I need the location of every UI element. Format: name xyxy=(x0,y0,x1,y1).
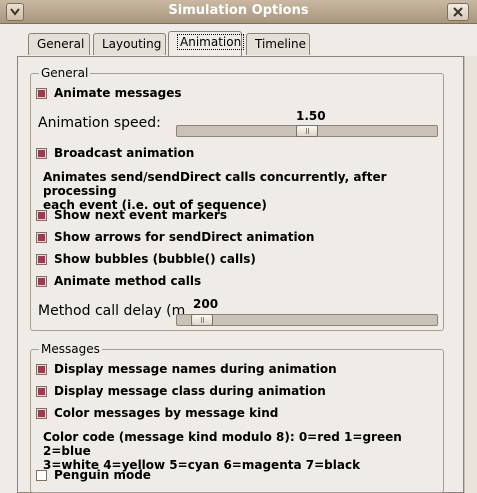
show-next-event-markers-checkbox[interactable]: Show next event markers xyxy=(36,206,227,224)
tab-general[interactable]: General xyxy=(28,33,90,55)
checkbox-box[interactable] xyxy=(36,87,47,99)
penguin-mode-label: Penguin mode xyxy=(54,468,151,482)
animate-method-calls-label: Animate method calls xyxy=(54,274,202,288)
checkbox-box[interactable] xyxy=(36,469,47,481)
animate-messages-checkbox[interactable]: Animate messages xyxy=(36,84,182,102)
tab-animation-label: Animation xyxy=(177,34,245,50)
tab-general-label: General xyxy=(37,37,85,51)
display-message-names-checkbox[interactable]: Display message names during animation xyxy=(36,360,337,378)
display-message-names-label: Display message names during animation xyxy=(54,362,337,376)
scrollbar[interactable] xyxy=(464,56,477,493)
checkbox-box[interactable] xyxy=(36,385,47,397)
show-bubbles-checkbox[interactable]: Show bubbles (bubble() calls) xyxy=(36,250,256,268)
method-call-delay-slider-thumb[interactable] xyxy=(191,314,213,326)
color-by-kind-label: Color messages by message kind xyxy=(54,406,279,420)
penguin-mode-checkbox[interactable]: Penguin mode xyxy=(36,466,151,484)
messages-group-legend: Messages xyxy=(39,342,102,356)
color-code-line1: Color code (message kind modulo 8): 0=re… xyxy=(43,430,402,458)
animation-speed-slider[interactable] xyxy=(176,125,438,137)
broadcast-animation-checkbox[interactable]: Broadcast animation xyxy=(36,144,194,162)
general-group-legend: General xyxy=(39,66,91,80)
display-message-class-checkbox[interactable]: Display message class during animation xyxy=(36,382,326,400)
method-call-delay-value: 200 xyxy=(193,297,219,311)
checkbox-box[interactable] xyxy=(36,209,47,221)
animation-speed-slider-thumb[interactable] xyxy=(296,125,318,137)
window-title: Simulation Options xyxy=(168,3,309,18)
tab-timeline-label: Timeline xyxy=(255,37,307,51)
show-arrows-checkbox[interactable]: Show arrows for sendDirect animation xyxy=(36,228,314,246)
broadcast-description-line1: Animates send/sendDirect calls concurren… xyxy=(43,170,387,198)
animate-messages-label: Animate messages xyxy=(54,86,182,100)
show-bubbles-label: Show bubbles (bubble() calls) xyxy=(54,252,256,266)
close-button[interactable] xyxy=(447,3,469,21)
tab-layouting[interactable]: Layouting xyxy=(93,33,166,55)
checkbox-box[interactable] xyxy=(36,231,47,243)
color-by-kind-checkbox[interactable]: Color messages by message kind xyxy=(36,404,278,422)
checkbox-box[interactable] xyxy=(36,407,47,419)
show-next-event-markers-label: Show next event markers xyxy=(54,208,227,222)
animate-method-calls-checkbox[interactable]: Animate method calls xyxy=(36,272,201,290)
checkbox-box[interactable] xyxy=(36,363,47,375)
method-call-delay-label: Method call delay (m xyxy=(38,303,186,319)
close-icon xyxy=(453,7,463,17)
broadcast-animation-label: Broadcast animation xyxy=(54,146,195,160)
tab-animation[interactable]: Animation xyxy=(168,31,245,56)
tab-timeline[interactable]: Timeline xyxy=(246,33,310,55)
display-message-class-label: Display message class during animation xyxy=(54,384,326,398)
tab-layouting-label: Layouting xyxy=(102,37,162,51)
checkbox-box[interactable] xyxy=(36,275,47,287)
show-arrows-label: Show arrows for sendDirect animation xyxy=(54,230,315,244)
method-call-delay-slider[interactable] xyxy=(176,314,438,326)
animation-speed-value: 1.50 xyxy=(296,109,326,123)
title-bar: Simulation Options xyxy=(0,0,477,24)
animation-speed-label: Animation speed: xyxy=(38,115,161,131)
checkbox-box[interactable] xyxy=(36,147,47,159)
checkbox-box[interactable] xyxy=(36,253,47,265)
